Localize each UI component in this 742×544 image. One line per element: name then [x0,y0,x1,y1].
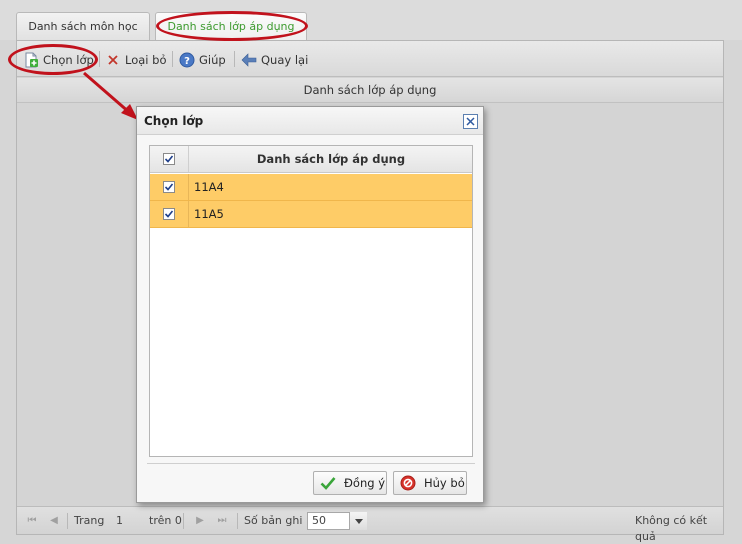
help-button[interactable]: ? Giúp [179,51,226,69]
add-document-icon [23,52,39,68]
cancel-label: Hủy bỏ [424,476,465,490]
select-all-cell [150,146,189,172]
page-label: Trang [74,514,105,527]
records-label: Số bản ghi [244,514,303,527]
dialog-divider [147,463,475,464]
toolbar-divider [99,51,100,67]
toolbar-divider [234,51,235,67]
back-label: Quay lại [261,53,309,67]
dialog-column-header: Danh sách lớp áp dụng [256,152,406,166]
tab-strip: Danh sách môn học Danh sách lớp áp dụng [0,0,742,40]
toolbar-divider [172,51,173,67]
result-status: Không có kết quả [635,514,708,543]
row-checkbox-cell [150,174,189,200]
agree-button[interactable]: Đồng ý [313,471,387,495]
tab-subject-list[interactable]: Danh sách môn học [16,12,150,40]
prev-page-icon[interactable]: ◀ [47,513,61,529]
dialog-title: Chọn lớp [137,107,483,135]
cancel-icon [400,475,416,491]
choose-class-button[interactable]: Chọn lớp [23,51,94,69]
records-per-page-value: 50 [312,514,326,527]
back-button[interactable]: Quay lại [241,51,308,69]
choose-class-dialog: Chọn lớp Danh sách lớp áp dụng 11A4 11A5… [136,106,484,503]
choose-class-label: Chọn lớp [43,53,94,67]
class-name: 11A4 [194,180,224,194]
svg-text:?: ? [184,56,190,67]
tab-applied-class-list[interactable]: Danh sách lớp áp dụng [155,12,307,40]
dialog-grid-header: Danh sách lớp áp dụng [150,146,472,173]
class-name: 11A5 [194,207,224,221]
remove-button[interactable]: Loại bỏ [105,51,166,69]
back-arrow-icon [241,52,257,68]
table-row[interactable]: 11A5 [150,201,472,228]
row-checkbox-cell [150,201,189,227]
checkmark-icon [164,183,174,191]
close-icon[interactable] [463,114,478,129]
pager-divider [183,513,184,529]
last-page-icon[interactable]: ⏭ [215,513,229,529]
chevron-down-icon[interactable] [349,512,367,530]
pager-divider [67,513,68,529]
grid-column-header: Danh sách lớp áp dụng [17,78,723,103]
page-total: trên 0 [149,514,182,527]
checkmark-icon [164,210,174,218]
toolbar: Chọn lớp Loại bỏ ? Giúp Quay lại [17,41,723,77]
first-page-icon[interactable]: ⏮ [25,513,39,529]
class-list-grid: Danh sách lớp áp dụng 11A4 11A5 [149,145,473,457]
help-icon: ? [179,52,195,68]
select-all-checkbox[interactable] [163,153,175,165]
row-checkbox[interactable] [163,181,175,193]
next-page-icon[interactable]: ▶ [193,513,207,529]
cancel-button[interactable]: Hủy bỏ [393,471,467,495]
check-icon [320,475,336,491]
agree-label: Đồng ý [344,476,385,490]
pager-divider [237,513,238,529]
pager: ⏮ ◀ Trang 1 trên 0 ▶ ⏭ Số bản ghi 50 Khô… [17,506,723,543]
row-checkbox[interactable] [163,208,175,220]
remove-label: Loại bỏ [125,53,167,67]
table-row[interactable]: 11A4 [150,174,472,201]
checkmark-icon [164,155,174,163]
help-label: Giúp [199,53,226,67]
page-number-input[interactable]: 1 [116,513,123,529]
remove-x-icon [105,52,121,68]
